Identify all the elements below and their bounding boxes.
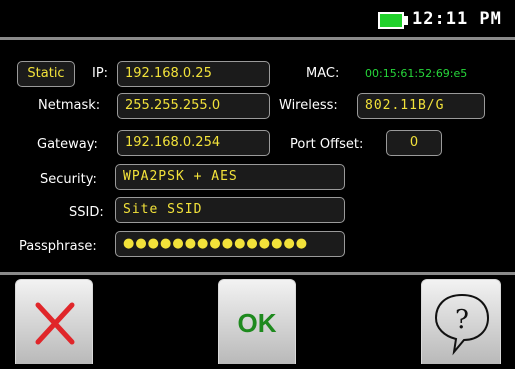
ip-label: IP: <box>92 66 109 81</box>
clock: 12:11 PM <box>412 9 502 29</box>
bottom-divider <box>0 272 515 275</box>
ok-button[interactable]: OK <box>218 279 296 364</box>
security-field[interactable]: WPA2PSK + AES <box>115 164 345 190</box>
netmask-label: Netmask: <box>38 98 101 113</box>
security-label: Security: <box>40 172 97 187</box>
svg-text:?: ? <box>455 305 469 335</box>
battery-terminal <box>404 16 408 25</box>
passphrase-label: Passphrase: <box>19 239 97 254</box>
close-icon <box>35 302 75 345</box>
passphrase-field[interactable]: ●●●●●●●●●●●●●●● <box>115 231 345 257</box>
wireless-label: Wireless: <box>279 98 338 113</box>
help-button[interactable]: ? <box>421 279 501 364</box>
wireless-field[interactable]: 802.11B/G <box>357 93 485 119</box>
gateway-label: Gateway: <box>37 137 98 152</box>
ok-label: OK <box>237 308 277 338</box>
ssid-label: SSID: <box>69 205 104 220</box>
ssid-field[interactable]: Site SSID <box>115 197 345 223</box>
cancel-button[interactable] <box>15 279 93 364</box>
port-offset-field[interactable]: 0 <box>386 130 442 156</box>
port-offset-label: Port Offset: <box>290 137 364 152</box>
status-bar: 12:11 PM <box>0 0 515 40</box>
netmask-field[interactable]: 255.255.255.0 <box>117 93 270 119</box>
mac-label: MAC: <box>306 66 340 81</box>
static-mode-button[interactable]: Static <box>17 61 75 87</box>
ip-field[interactable]: 192.168.0.25 <box>117 61 270 87</box>
gateway-field[interactable]: 192.168.0.254 <box>117 130 270 156</box>
mac-value: 00:15:61:52:69:e5 <box>365 67 468 80</box>
help-icon: ? <box>434 293 490 356</box>
battery-icon <box>378 12 404 29</box>
